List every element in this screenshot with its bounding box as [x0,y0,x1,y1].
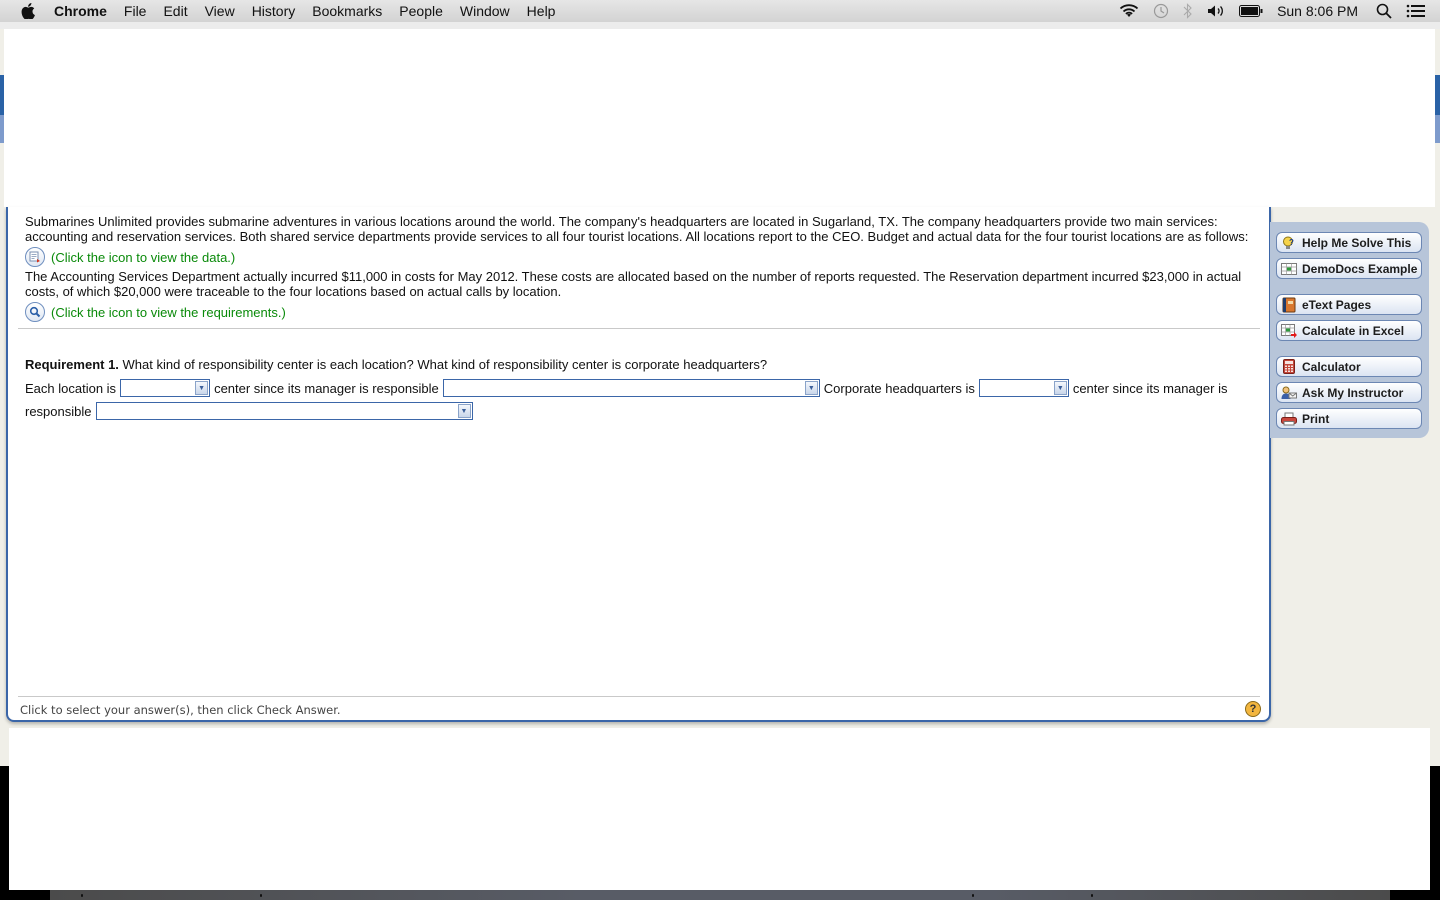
menu-help[interactable]: Help [527,3,556,19]
screen-edge-left [0,766,9,900]
browser-chrome-edge [0,22,1440,29]
help-me-solve-this-button[interactable]: ? Help Me Solve This [1276,232,1422,253]
demodocs-example-button[interactable]: DemoDocs Example [1276,258,1422,279]
chevron-down-icon[interactable]: ▼ [1053,381,1067,395]
tool-label: Help Me Solve This [1302,235,1412,250]
answer-sentence-line-1: Each location is ▼ center since its mana… [25,379,1227,397]
answer-text-5: responsible [25,403,92,419]
screen-edge-right [1430,766,1440,900]
menu-history[interactable]: History [252,3,296,19]
print-button[interactable]: Print [1276,408,1422,429]
dock-edge-right [1390,890,1430,900]
question-panel: Submarines Unlimited provides submarine … [6,207,1271,722]
dock-running-indicator [260,894,262,897]
calculator-button[interactable]: Calculator [1276,356,1422,377]
answer-text-2: center since its manager is responsible [214,380,439,396]
battery-icon[interactable] [1239,5,1263,17]
chevron-down-icon[interactable]: ▼ [195,381,209,395]
dock-running-indicator [81,894,83,897]
instruction-text: Click to select your answer(s), then cli… [20,703,341,717]
menu-app-chrome[interactable]: Chrome [54,3,107,19]
location-responsibility-dropdown[interactable]: ▼ [442,379,820,397]
dock-running-indicator [972,894,974,897]
help-question-icon[interactable]: ? [1245,701,1261,717]
answer-text-1: Each location is [25,380,117,396]
hq-responsibility-dropdown[interactable]: ▼ [95,402,473,420]
lightbulb-question-icon: ? [1281,235,1297,251]
tool-label: eText Pages [1302,297,1372,312]
calculate-in-excel-button[interactable]: Calculate in Excel [1276,320,1422,341]
requirement-label: Requirement 1. [25,357,119,372]
bluetooth-icon[interactable] [1183,3,1193,19]
answer-text-4: center since its manager is [1072,380,1228,396]
tool-label: DemoDocs Example [1302,261,1418,276]
macos-menu-bar: Chrome File Edit View History Bookmarks … [0,0,1440,23]
menu-people[interactable]: People [399,3,443,19]
tool-label: Calculate in Excel [1302,323,1405,338]
excel-arrow-icon [1281,323,1297,339]
volume-icon[interactable] [1207,4,1225,18]
tool-label: Ask My Instructor [1302,385,1404,400]
etext-pages-button[interactable]: eText Pages [1276,294,1422,315]
view-data-link-text[interactable]: (Click the icon to view the data.) [51,250,235,265]
dock-strip [50,890,1390,900]
magnifier-icon[interactable] [25,302,45,322]
cost-description: The Accounting Services Department actua… [25,269,1242,299]
view-requirements-link-text[interactable]: (Click the icon to view the requirements… [51,305,286,320]
hq-center-type-dropdown[interactable]: ▼ [978,379,1069,397]
menu-view[interactable]: View [205,3,235,19]
data-table-icon[interactable] [25,247,45,267]
svg-text:?: ? [1289,238,1294,247]
instructor-mail-icon [1281,385,1297,401]
chevron-down-icon[interactable]: ▼ [457,404,471,418]
time-machine-icon[interactable] [1153,3,1169,19]
wifi-icon[interactable] [1119,4,1139,18]
blank-overlay-panel [4,29,1435,207]
menu-edit[interactable]: Edit [163,3,187,19]
book-icon [1281,297,1297,313]
tool-label: Print [1302,411,1330,426]
menu-window[interactable]: Window [460,3,510,19]
problem-description: Submarines Unlimited provides submarine … [25,214,1249,244]
spotlight-search-icon[interactable] [1376,3,1392,19]
tool-label: Calculator [1302,359,1361,374]
menu-file[interactable]: File [124,3,147,19]
printer-icon [1281,411,1297,427]
footer-divider [18,696,1260,697]
chevron-down-icon[interactable]: ▼ [804,381,818,395]
view-data-link[interactable]: (Click the icon to view the data.) [25,247,235,267]
apple-logo-icon[interactable] [20,3,36,19]
blank-lower-panel [9,728,1430,890]
tools-sidebar: ? Help Me Solve This DemoDocs Example eT… [1270,222,1429,438]
requirement-heading: Requirement 1. What kind of responsibili… [25,357,767,372]
answer-text-3: Corporate headquarters is [823,380,975,396]
menu-bookmarks[interactable]: Bookmarks [312,3,382,19]
requirement-question: What kind of responsibility center is ea… [118,357,768,372]
dock-edge-left [9,890,50,900]
menu-clock[interactable]: Sun 8:06 PM [1277,3,1358,19]
answer-sentence-line-2: responsible ▼ [25,402,477,420]
ask-my-instructor-button[interactable]: Ask My Instructor [1276,382,1422,403]
dock-running-indicator [1091,894,1093,897]
notification-center-icon[interactable] [1406,4,1426,18]
calculator-icon [1281,359,1297,375]
spreadsheet-icon [1281,261,1297,277]
view-requirements-link[interactable]: (Click the icon to view the requirements… [25,302,286,322]
location-center-type-dropdown[interactable]: ▼ [120,379,211,397]
section-divider [18,328,1260,329]
